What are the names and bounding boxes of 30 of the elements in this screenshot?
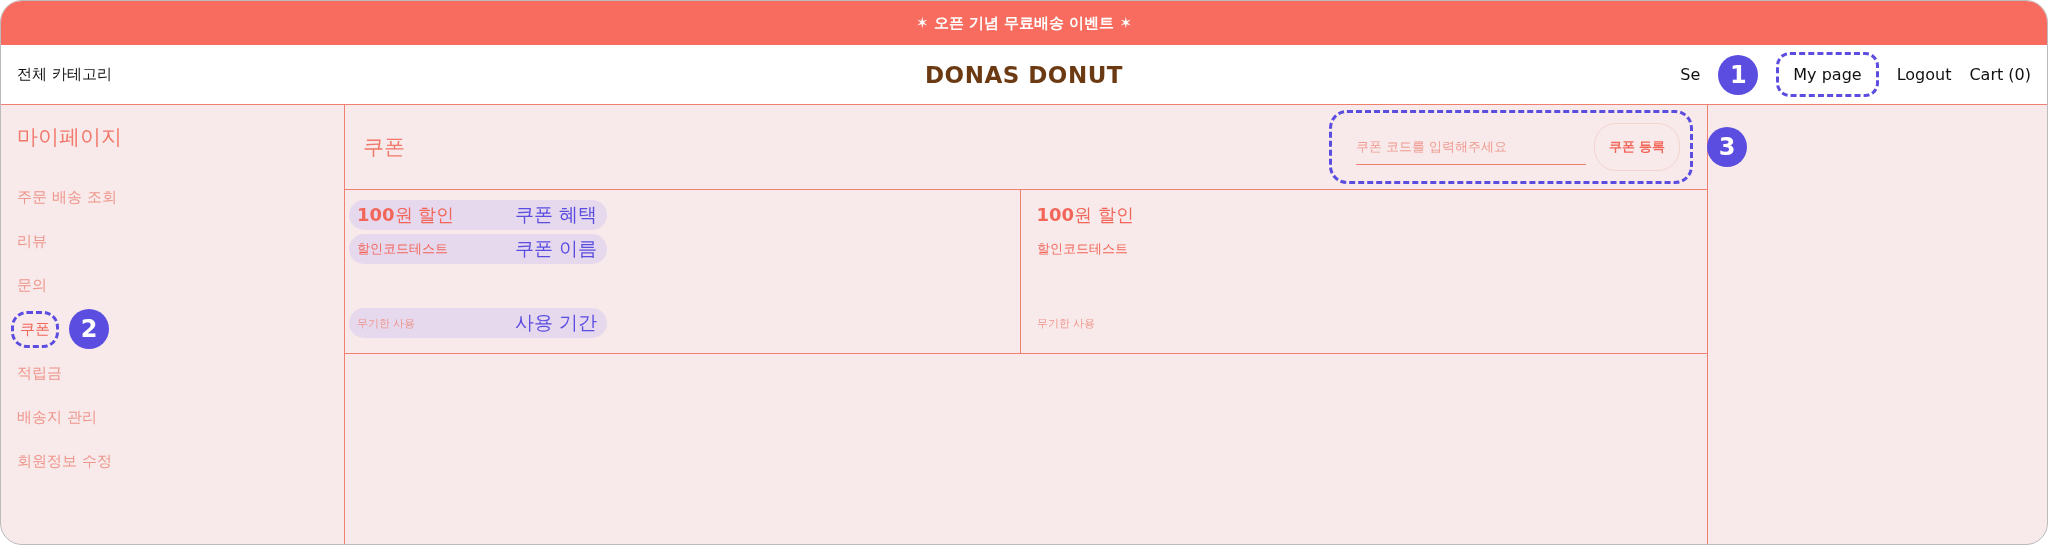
coupon-code-field[interactable]: 쿠폰 코드를 입력해주세요 <box>1356 129 1587 165</box>
category-link[interactable]: 전체 카테고리 <box>17 65 112 84</box>
coupon-benefit: 100원 할인 <box>357 203 455 227</box>
banner-text: ✶ 오픈 기념 무료배송 이벤트 ✶ <box>915 13 1133 33</box>
sidebar-item[interactable]: 회원정보 수정 <box>17 451 112 471</box>
sidebar-title: 마이페이지 <box>17 124 123 151</box>
sidebar-item[interactable]: 리뷰 <box>17 231 47 251</box>
register-coupon-button[interactable]: 쿠폰 등록 <box>1594 123 1680 171</box>
callout-badge: 1 <box>1718 54 1759 95</box>
annotation-label: 사용 기간 <box>514 310 597 335</box>
annotation-label: 쿠폰 혜택 <box>514 202 597 227</box>
coupon-period: 무기한 사용 <box>1036 315 1095 331</box>
annotation-label: 쿠폰 이름 <box>514 236 597 261</box>
coupon-benefit: 100원 할인 <box>1036 203 1134 227</box>
nav-link[interactable]: Se <box>1680 65 1701 84</box>
logo[interactable]: DONAS DONUT <box>925 61 1123 88</box>
panel-title: 쿠폰 <box>363 134 405 161</box>
coupon-period: 무기한 사용 <box>357 315 416 331</box>
nav-link[interactable]: Logout <box>1896 65 1952 84</box>
sidebar-item[interactable]: 적립금 <box>17 363 62 383</box>
coupon-name: 할인코드테스트 <box>1036 240 1128 258</box>
coupon-name: 할인코드테스트 <box>357 240 448 258</box>
callout-badge: 3 <box>1707 127 1747 167</box>
sidebar-item[interactable]: 배송지 관리 <box>17 407 97 427</box>
sidebar-item[interactable]: 주문 배송 조회 <box>17 187 117 207</box>
sidebar-item[interactable]: 쿠폰 <box>11 310 59 348</box>
nav-link[interactable]: My page <box>1776 52 1879 97</box>
nav-link[interactable]: Cart (0) <box>1969 65 2031 84</box>
callout-badge: 2 <box>69 309 109 349</box>
sidebar-item[interactable]: 문의 <box>17 275 47 295</box>
